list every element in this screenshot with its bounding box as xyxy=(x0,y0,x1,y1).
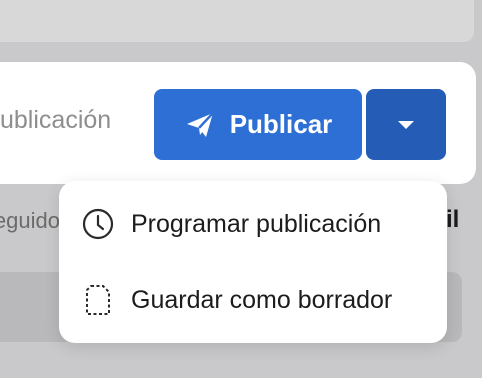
publish-button-label: Publicar xyxy=(229,109,333,139)
publish-options-button[interactable] xyxy=(366,89,446,160)
menu-item-save-draft[interactable]: Guardar como borrador xyxy=(59,265,447,335)
publish-button[interactable]: Publicar xyxy=(154,89,362,160)
menu-item-schedule-post[interactable]: Programar publicación xyxy=(59,189,447,259)
paper-plane-icon xyxy=(186,111,214,137)
clock-icon xyxy=(82,208,114,240)
menu-item-label: Guardar como borrador xyxy=(131,285,393,314)
background-text-fragment: eguido xyxy=(0,208,60,233)
caret-down-icon xyxy=(398,120,414,129)
composer-placeholder-text[interactable]: ublicación xyxy=(0,106,130,135)
draft-file-icon xyxy=(86,285,110,315)
background-panel xyxy=(0,0,474,42)
menu-item-label: Programar publicación xyxy=(131,209,382,238)
backdrop-top xyxy=(0,0,482,62)
background-text-fragment-right: il xyxy=(446,206,460,233)
composer-card: ublicación Publicar xyxy=(0,62,476,184)
publish-options-menu: Programar publicación Guardar como borra… xyxy=(59,181,447,343)
